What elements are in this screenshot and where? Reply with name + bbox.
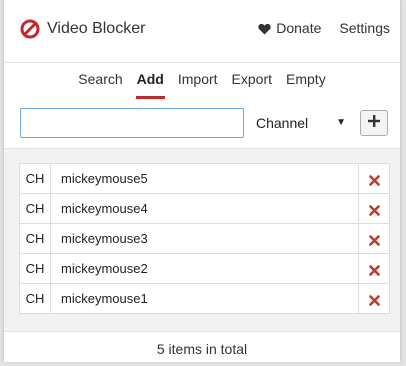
close-icon xyxy=(368,294,380,306)
item-name: mickeymouse5 xyxy=(50,163,359,194)
tab-import[interactable]: Import xyxy=(171,70,225,100)
dropdown-arrow-icon: ▼ xyxy=(336,117,346,128)
close-icon xyxy=(368,174,380,186)
tab-empty[interactable]: Empty xyxy=(279,70,333,100)
heart-icon xyxy=(258,22,271,35)
app-title: Video Blocker xyxy=(47,20,146,37)
close-icon xyxy=(368,234,380,246)
close-icon xyxy=(368,264,380,276)
remove-button[interactable] xyxy=(358,193,390,224)
close-icon xyxy=(368,204,380,216)
table-row: CH mickeymouse1 xyxy=(19,283,390,314)
video-blocker-popup: Video Blocker Donate Settings Search Add… xyxy=(4,0,400,362)
item-name: mickeymouse2 xyxy=(50,253,359,284)
item-name: mickeymouse3 xyxy=(50,223,359,254)
item-name: mickeymouse1 xyxy=(50,283,359,314)
remove-button[interactable] xyxy=(358,223,390,254)
blocked-list-area: CH mickeymouse5 CH mickeymouse4 CH micke… xyxy=(4,149,400,331)
item-type: CH xyxy=(19,253,51,284)
settings-link[interactable]: Settings xyxy=(339,20,390,36)
header-links: Donate Settings xyxy=(258,20,390,36)
type-select[interactable]: Channel ▼ xyxy=(248,108,352,138)
tab-add[interactable]: Add xyxy=(130,70,171,100)
remove-button[interactable] xyxy=(358,253,390,284)
table-row: CH mickeymouse5 xyxy=(19,163,390,194)
donate-link[interactable]: Donate xyxy=(258,20,321,36)
type-select-value: Channel xyxy=(256,115,309,131)
add-input[interactable] xyxy=(20,108,244,138)
footer: 5 items in total xyxy=(4,331,400,362)
item-type: CH xyxy=(19,193,51,224)
item-count: 5 items in total xyxy=(156,341,248,357)
add-form: Channel ▼ xyxy=(20,108,390,138)
tab-search[interactable]: Search xyxy=(71,70,129,100)
item-type: CH xyxy=(19,223,51,254)
add-button[interactable] xyxy=(360,110,388,136)
remove-button[interactable] xyxy=(358,163,390,194)
block-icon xyxy=(20,19,40,39)
remove-button[interactable] xyxy=(358,283,390,314)
tab-export[interactable]: Export xyxy=(225,70,279,100)
table-row: CH mickeymouse3 xyxy=(19,223,390,254)
table-row: CH mickeymouse2 xyxy=(19,253,390,284)
plus-icon xyxy=(367,114,381,133)
item-type: CH xyxy=(19,283,51,314)
item-type: CH xyxy=(19,163,51,194)
header: Video Blocker Donate Settings xyxy=(4,0,400,63)
blocked-items-table: CH mickeymouse5 CH mickeymouse4 CH micke… xyxy=(19,163,390,314)
donate-label: Donate xyxy=(276,20,322,36)
tab-bar: Search Add Import Export Empty xyxy=(4,70,400,100)
item-name: mickeymouse4 xyxy=(50,193,359,224)
brand: Video Blocker xyxy=(20,19,145,39)
table-row: CH mickeymouse4 xyxy=(19,193,390,224)
